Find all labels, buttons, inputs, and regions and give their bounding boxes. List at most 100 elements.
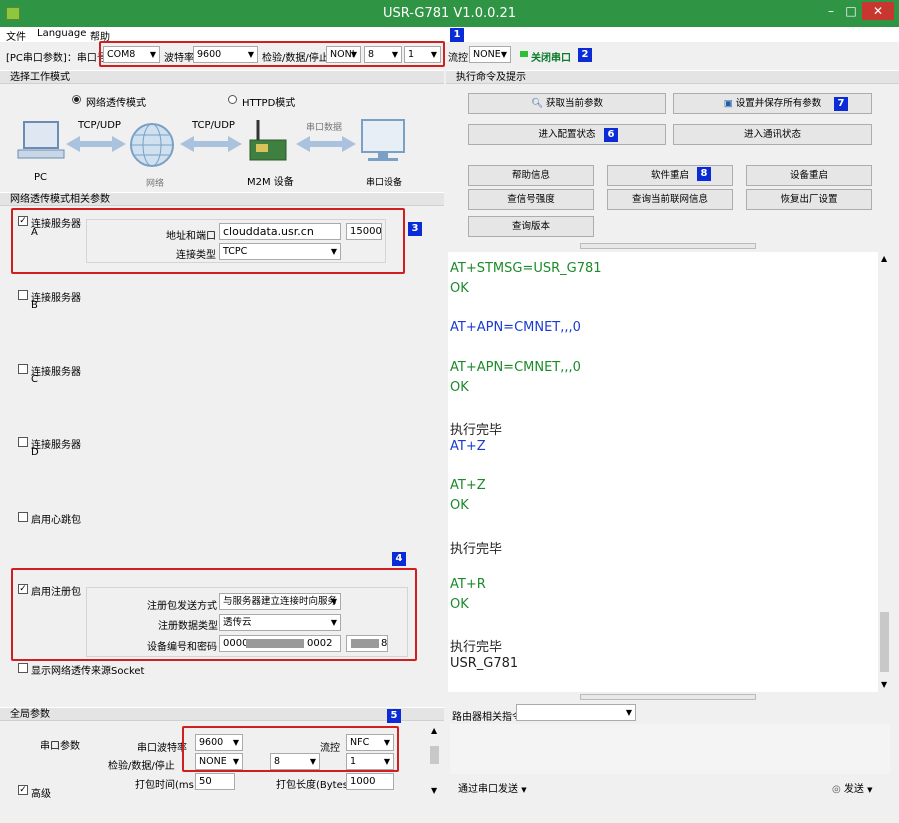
badge-3: 3 [408,222,422,236]
get-params-label: 获取当前参数 [546,98,604,109]
heartbeat-checkbox[interactable] [18,512,28,522]
global-scrollbar[interactable]: ▲ ▼ [428,726,442,798]
terminal-line: 执行完毕 [450,423,503,438]
server-b-checkbox[interactable] [18,290,28,300]
tcp-udp-label-1: TCP/UDP [78,120,121,131]
save-all-label: 设置并保存所有参数 [735,98,822,109]
highlight-box-4 [11,568,417,661]
globe-icon [130,123,174,167]
maximize-button[interactable]: □ [842,2,860,20]
scroll-up-icon[interactable]: ▲ [431,726,437,735]
pc-label: PC [34,172,48,183]
terminal-line: OK [450,597,469,612]
chevron-down-icon: ▼ [500,50,507,59]
terminal-line: AT+APN=CMNET,,,0 [450,360,581,375]
server-b-sub: B [31,300,38,311]
serial-params-label: 串口参数 [40,741,80,752]
pack-len-label: 打包长度(Bytes) [276,780,352,791]
global-header: 全局参数 [0,707,444,721]
badge-1: 1 [450,28,464,42]
router-cmd-input[interactable] [450,724,890,774]
flow-select[interactable]: NONE ▼ [469,46,511,63]
chevron-down-icon: ▼ [625,708,632,717]
arrow-icon [180,136,242,152]
badge-2: 2 [578,48,592,62]
pack-time-input[interactable]: 50 [195,773,235,790]
window-title: USR-G781 V1.0.0.21 [382,6,517,21]
terminal-scrollbar[interactable]: ▲ ▼ [878,252,891,692]
close-button[interactable]: ✕ [862,2,894,20]
pack-len-input[interactable]: 1000 [346,773,394,790]
advanced-label: 高级 [31,789,51,800]
scroll-down-icon[interactable]: ▼ [881,680,887,689]
menu-file[interactable]: 文件 [6,28,26,43]
server-c-label: 连接服务器 [31,367,81,378]
badge-8: 8 [697,167,711,181]
send-via-label: 通过串口发送 [458,784,518,795]
server-c-checkbox[interactable] [18,364,28,374]
scroll-up-icon[interactable]: ▲ [881,254,887,263]
badge-7: 7 [834,97,848,111]
close-port-button[interactable]: 关闭串口 [531,49,571,64]
show-src-checkbox[interactable] [18,663,28,673]
enter-comm-button[interactable]: 进入通讯状态 [673,124,872,145]
show-src-label: 显示网络透传来源Socket [31,666,145,677]
advanced-checkbox[interactable]: ✓ [18,785,28,795]
flow-label: 流控 [448,53,468,64]
pc-icon [17,121,65,159]
router-cmd-select[interactable]: ▼ [516,704,636,721]
help-info-button[interactable]: 帮助信息 [468,165,594,186]
terminal-line: AT+Z [450,478,486,493]
get-params-button[interactable]: 🔍︎ 获取当前参数 [468,93,666,114]
enter-config-button[interactable]: 进入配置状态 [468,124,666,145]
highlight-box-1 [99,41,445,67]
radio-net-mode[interactable] [72,95,81,104]
radio-httpd-mode[interactable] [228,95,237,104]
terminal-line: AT+R [450,577,486,592]
minimize-button[interactable]: – [822,2,840,20]
search-icon: 🔍︎ [530,98,543,109]
send-button[interactable]: ◎ 发送 ▼ [832,780,873,795]
terminal-line: AT+Z [450,439,486,454]
terminal-line: 执行完毕 [450,542,503,557]
terminal-output[interactable]: AT+STMSG=USR_G781 OK AT+APN=CMNET,,,0 AT… [448,252,878,692]
scroll-down-icon[interactable]: ▼ [431,786,437,795]
menu-language[interactable]: Language [37,28,86,39]
server-d-checkbox[interactable] [18,437,28,447]
highlight-box-5 [182,726,399,772]
router-label: 路由器相关指令 [452,712,522,723]
software-restart-button[interactable]: 软件重启 [607,165,733,186]
terminal-line: 执行完毕 [450,640,503,655]
network-info-button[interactable]: 查询当前联网信息 [607,189,733,210]
serial-data-label: 串口数据 [306,123,343,133]
server-d-sub: D [31,447,39,458]
status-led-icon [520,51,528,57]
signal-strength-button[interactable]: 查信号强度 [468,189,594,210]
splitter-handle-top[interactable] [580,243,756,249]
badge-5: 5 [387,709,401,723]
factory-reset-button[interactable]: 恢复出厂设置 [746,189,872,210]
badge-4: 4 [392,552,406,566]
tcp-udp-label-2: TCP/UDP [192,120,235,131]
floppy-icon: ▣ [723,98,733,109]
work-mode-header: 选择工作模式 [0,70,444,84]
splitter-handle-bottom[interactable] [580,694,756,700]
scroll-thumb[interactable] [430,746,439,764]
global-baud-label: 串口波特率 [137,743,187,754]
caret-down-icon: ▼ [867,786,873,794]
server-b-label: 连接服务器 [31,293,81,304]
global-check-label: 检验/数据/停止 [108,761,175,772]
m2m-device-icon [249,120,287,161]
send-via-dropdown[interactable]: 通过串口发送 ▼ [458,780,527,795]
httpd-mode-label: HTTPD模式 [242,98,296,109]
terminal-line: AT+APN=CMNET,,,0 [450,320,581,335]
terminal-line: OK [450,281,469,296]
device-restart-button[interactable]: 设备重启 [746,165,872,186]
arrow-icon [296,136,356,152]
serial-device-label: 串口设备 [366,178,403,188]
scroll-thumb[interactable] [880,612,889,672]
title-bar: USR-G781 V1.0.0.21 – □ ✕ [0,0,899,27]
network-label: 网络 [146,179,165,189]
query-version-button[interactable]: 查询版本 [468,216,594,237]
caret-down-icon: ▼ [521,786,527,794]
